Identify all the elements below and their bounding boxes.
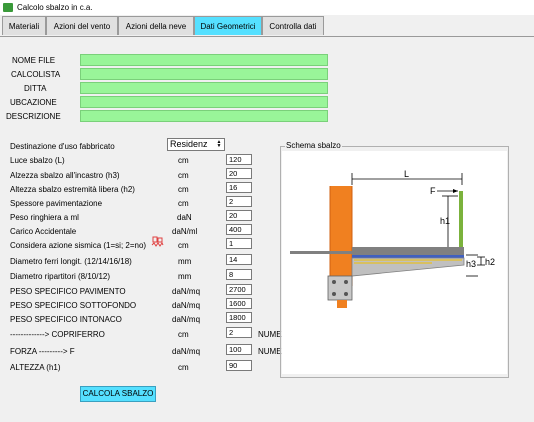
luce-input[interactable]: 120 (226, 154, 252, 165)
diametro-long-input[interactable]: 14 (226, 254, 252, 265)
nome-file-field[interactable] (80, 54, 328, 66)
spessore-input[interactable]: 2 (226, 196, 252, 207)
tab-azioni-neve[interactable]: Azioni della neve (118, 16, 194, 35)
schema-canvas: L F h1 h3 h2 (282, 151, 507, 374)
peso-pavimento-label: PESO SPECIFICO PAVIMENTO (10, 287, 126, 296)
earthquake-icon (151, 236, 164, 247)
destinazione-select[interactable]: Residenz ▲ ▼ (167, 138, 225, 151)
tab-controlla-dati[interactable]: Controlla dati (262, 16, 324, 35)
peso-sottofondo-label: PESO SPECIFICO SOTTOFONDO (10, 301, 137, 310)
peso-sottofondo-unit: daN/mq (172, 301, 201, 310)
altezza-h1-input[interactable]: 90 (226, 360, 252, 371)
peso-intonaco-label: PESO SPECIFICO INTONACO (10, 315, 122, 324)
window-title: Calcolo sbalzo in c.a. (17, 3, 93, 12)
app-icon (3, 3, 13, 12)
peso-ringhiera-label: Peso ringhiera a ml (10, 213, 79, 222)
nome-file-label: NOME FILE (12, 56, 56, 65)
copriferro-unit: cm (178, 330, 189, 339)
calcolista-field[interactable] (80, 68, 328, 80)
ubicazione-field[interactable] (80, 96, 328, 108)
peso-ringhiera-input[interactable]: 20 (226, 210, 252, 221)
diametro-long-label: Diametro ferri longit. (12/14/16/18) (10, 257, 132, 266)
peso-ringhiera-unit: daN (177, 213, 192, 222)
calcolista-label: CALCOLISTA (11, 70, 61, 79)
diametro-rip-input[interactable]: 8 (226, 269, 252, 280)
forza-input[interactable]: 100 (226, 344, 252, 355)
descrizione-field[interactable] (80, 110, 328, 122)
diametro-long-unit: mm (178, 257, 192, 266)
ubicazione-label: UBCAZIONE (10, 98, 57, 107)
peso-pavimento-unit: daN/mq (172, 287, 201, 296)
tab-dati-geometrici[interactable]: Dati Geometrici (194, 16, 262, 35)
spessore-label: Spessore pavimentazione (10, 199, 103, 208)
tab-bar: Materiali Azioni del vento Azioni della … (0, 15, 534, 37)
altezza-estremita-input[interactable]: 16 (226, 182, 252, 193)
ditta-label: DITTA (24, 84, 47, 93)
spessore-unit: cm (178, 199, 189, 208)
calcola-sbalzo-button[interactable]: CALCOLA SBALZO (80, 386, 156, 402)
altezza-incastro-unit: cm (178, 171, 189, 180)
forza-label: FORZA ---------> F (10, 347, 75, 356)
peso-intonaco-input[interactable]: 1800 (226, 312, 252, 323)
luce-label: Luce sbalzo (L) (10, 156, 65, 165)
label-F: F (430, 186, 436, 196)
altezza-estremita-unit: cm (178, 185, 189, 194)
label-h3: h3 (466, 259, 476, 269)
forza-unit: daN/mq (172, 347, 201, 356)
cantilever-diagram: L F h1 h3 h2 (290, 169, 495, 308)
carico-unit: daN/ml (172, 227, 198, 236)
label-L: L (404, 169, 409, 179)
title-bar: Calcolo sbalzo in c.a. (0, 0, 534, 15)
label-h2: h2 (485, 257, 495, 267)
peso-pavimento-input[interactable]: 2700 (226, 284, 252, 295)
schema-title: Schema sbalzo (285, 141, 342, 150)
tab-materiali[interactable]: Materiali (2, 16, 46, 35)
altezza-incastro-label: Alzezza sbalzo all'incastro (h3) (10, 171, 120, 180)
label-h1: h1 (440, 216, 450, 226)
peso-sottofondo-input[interactable]: 1600 (226, 298, 252, 309)
destinazione-label: Destinazione d'uso fabbricato (10, 142, 115, 151)
sismica-label: Considera azione sismica (1=si; 2=no) (10, 241, 147, 250)
spinner-icon[interactable]: ▲ ▼ (215, 140, 223, 149)
altezza-incastro-input[interactable]: 20 (226, 168, 252, 179)
sismica-unit: cm (178, 241, 189, 250)
altezza-h1-unit: cm (178, 363, 189, 372)
diametro-rip-unit: mm (178, 272, 192, 281)
carico-label: Carico Accidentale (10, 227, 77, 236)
luce-unit: cm (178, 156, 189, 165)
diametro-rip-label: Diametro ripartitori (8/10/12) (10, 272, 111, 281)
altezza-h1-label: ALTEZZA (h1) (10, 363, 61, 372)
descrizione-label: DESCRIZIONE (6, 112, 61, 121)
tab-azioni-vento[interactable]: Azioni del vento (46, 16, 118, 35)
sismica-input[interactable]: 1 (226, 238, 252, 249)
copriferro-input[interactable]: 2 (226, 327, 252, 338)
destinazione-value: Residenz (170, 139, 208, 149)
altezza-estremita-label: Altezza sbalzo estremità libera (h2) (10, 185, 135, 194)
ditta-field[interactable] (80, 82, 328, 94)
peso-intonaco-unit: daN/mq (172, 315, 201, 324)
carico-input[interactable]: 400 (226, 224, 252, 235)
copriferro-label: -------------> COPRIFERRO (10, 330, 105, 339)
